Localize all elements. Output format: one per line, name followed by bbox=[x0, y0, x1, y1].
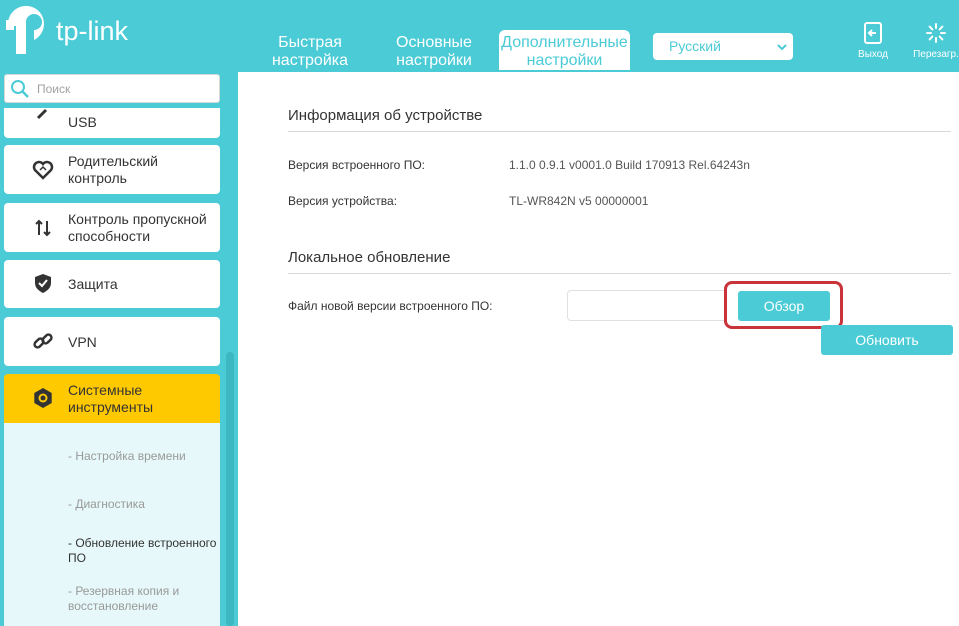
bandwidth-line2: способности bbox=[68, 228, 151, 244]
firmware-version-value: 1.1.0 0.9.1 v0001.0 Build 170913 Rel.642… bbox=[509, 158, 750, 172]
firmware-update-line1: - Обновление встроенного bbox=[68, 536, 217, 550]
sidebar-item-parental-control-label: Родительский контроль bbox=[68, 153, 158, 187]
submenu-item-diagnostics[interactable]: - Диагностика bbox=[68, 497, 224, 512]
hardware-version-label: Версия устройства: bbox=[288, 194, 398, 208]
search-input[interactable] bbox=[37, 75, 212, 102]
new-firmware-file-label: Файл новой версии встроенного ПО: bbox=[288, 299, 493, 313]
system-tools-submenu: - Настройка времени - Диагностика - Обно… bbox=[4, 423, 220, 626]
sidebar: USB Родительский контроль Контроль пропу… bbox=[0, 72, 238, 626]
tab-quick-setup-line2: настройка bbox=[271, 52, 349, 69]
sidebar-item-system-tools[interactable]: Системные инструменты bbox=[4, 374, 220, 423]
tab-advanced-settings-line2: настройки bbox=[526, 52, 603, 69]
logout-button[interactable]: Выход bbox=[845, 22, 901, 62]
tab-quick-setup-line1: Быстрая bbox=[278, 34, 342, 51]
browse-button[interactable]: Обзор bbox=[738, 291, 830, 321]
logout-icon bbox=[864, 22, 882, 44]
sidebar-item-bandwidth-label: Контроль пропускной способности bbox=[68, 211, 207, 245]
local-update-title: Локальное обновление bbox=[288, 249, 451, 266]
tab-basic-settings-line1: Основные bbox=[396, 34, 472, 51]
tab-basic-settings[interactable]: Основные настройки bbox=[380, 34, 488, 74]
hardware-version-value: TL-WR842N v5 00000001 bbox=[509, 194, 649, 208]
reboot-button[interactable]: Перезагр. bbox=[906, 22, 959, 62]
firmware-file-input[interactable] bbox=[567, 290, 727, 321]
sidebar-item-usb[interactable]: USB bbox=[4, 108, 220, 138]
link-icon bbox=[33, 333, 53, 349]
logout-label: Выход bbox=[858, 49, 888, 60]
tab-basic-settings-line2: настройки bbox=[396, 52, 472, 69]
sidebar-item-vpn[interactable]: VPN bbox=[4, 317, 220, 366]
backup-line2: восстановление bbox=[68, 599, 159, 613]
search-icon[interactable] bbox=[10, 79, 30, 99]
parental-control-line2: контроль bbox=[68, 170, 127, 186]
firmware-update-line2: ПО bbox=[68, 551, 86, 565]
tp-link-logo[interactable]: tp-link bbox=[4, 4, 144, 60]
firmware-version-label: Версия встроенного ПО: bbox=[288, 158, 425, 172]
submenu-item-firmware-update[interactable]: - Обновление встроенного ПО bbox=[68, 536, 224, 566]
shield-icon bbox=[35, 274, 51, 293]
sidebar-item-bandwidth-control[interactable]: Контроль пропускной способности bbox=[4, 203, 220, 252]
sidebar-scrollbar[interactable] bbox=[226, 352, 234, 626]
sidebar-item-usb-label: USB bbox=[68, 114, 97, 130]
chevron-down-icon bbox=[777, 44, 787, 51]
tp-link-logo-icon bbox=[6, 5, 44, 54]
sidebar-item-system-tools-label: Системные инструменты bbox=[68, 382, 153, 416]
language-select[interactable]: Русский bbox=[653, 33, 793, 60]
tab-quick-setup[interactable]: Быстрая настройка bbox=[256, 34, 364, 74]
heart-icon bbox=[32, 160, 54, 180]
parental-control-line1: Родительский bbox=[68, 153, 158, 169]
logo-text: tp-link bbox=[56, 16, 129, 46]
submenu-item-time-settings[interactable]: - Настройка времени bbox=[68, 449, 224, 464]
sidebar-item-parental-control[interactable]: Родительский контроль bbox=[4, 145, 220, 194]
update-button[interactable]: Обновить bbox=[821, 325, 953, 355]
language-select-value: Русский bbox=[669, 38, 721, 54]
divider bbox=[288, 273, 951, 274]
bandwidth-line1: Контроль пропускной bbox=[68, 211, 207, 227]
sidebar-item-security[interactable]: Защита bbox=[4, 260, 220, 308]
sidebar-item-security-label: Защита bbox=[68, 276, 118, 292]
reboot-spinner-icon bbox=[926, 23, 946, 43]
bandwidth-arrows-icon bbox=[35, 219, 51, 237]
device-info-title: Информация об устройстве bbox=[288, 107, 483, 124]
sidebar-item-vpn-label: VPN bbox=[68, 334, 97, 350]
reboot-label: Перезагр. bbox=[913, 49, 959, 60]
main-content: Информация об устройстве Версия встроенн… bbox=[238, 72, 959, 626]
tab-advanced-settings[interactable]: Дополнительные настройки bbox=[499, 30, 630, 70]
gear-icon bbox=[34, 388, 52, 408]
search-box bbox=[4, 74, 220, 103]
system-tools-line1: Системные bbox=[68, 382, 143, 398]
system-tools-line2: инструменты bbox=[68, 399, 154, 415]
header: tp-link Быстрая настройка Основные настр… bbox=[0, 0, 959, 72]
backup-line1: - Резервная копия и bbox=[68, 584, 180, 598]
divider bbox=[288, 131, 951, 132]
usb-icon bbox=[36, 108, 48, 120]
submenu-item-backup-restore[interactable]: - Резервная копия и восстановление bbox=[68, 584, 224, 614]
tab-advanced-settings-line1: Дополнительные bbox=[501, 34, 628, 51]
